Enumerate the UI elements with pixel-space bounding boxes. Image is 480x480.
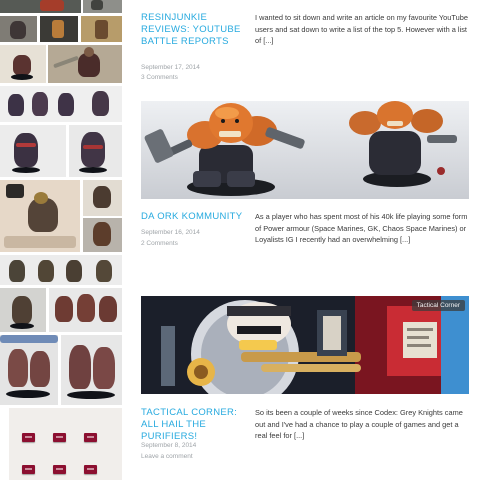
sidebar-photo[interactable] <box>0 86 122 122</box>
photo-sidebar <box>0 0 122 480</box>
post-title-link[interactable]: Da Ork Kommunity <box>141 211 249 223</box>
post-excerpt: As a player who has spent most of his 40… <box>255 212 468 245</box>
post-featured-image[interactable]: Tactical Corner <box>141 296 469 394</box>
post-comments-link[interactable]: Leave a comment <box>141 453 193 461</box>
sidebar-photo[interactable] <box>9 408 122 480</box>
sidebar-photo[interactable] <box>49 288 122 332</box>
sidebar-photo[interactable] <box>81 16 122 42</box>
sidebar-photo[interactable] <box>40 16 78 42</box>
post-date[interactable]: September 8, 2014 <box>141 442 196 450</box>
post-title-link[interactable]: Tactical Corner: All Hail the Purifiers! <box>141 407 249 443</box>
post-comments-link[interactable]: 2 Comments <box>141 240 178 248</box>
sidebar-photo[interactable] <box>0 125 66 177</box>
post-date[interactable]: September 17, 2014 <box>141 64 200 72</box>
post-excerpt: So its been a couple of weeks since Code… <box>255 408 463 441</box>
sidebar-photo[interactable] <box>0 0 81 13</box>
post-featured-image[interactable] <box>141 101 469 199</box>
sidebar-photo[interactable] <box>0 335 58 405</box>
sidebar-photo[interactable] <box>83 180 122 216</box>
sidebar-photo[interactable] <box>0 16 37 42</box>
sidebar-photo[interactable] <box>48 45 122 83</box>
sidebar-photo[interactable] <box>0 288 46 332</box>
post-title-link[interactable]: Resinjunkie reviews: YouTube Battle Repo… <box>141 12 249 48</box>
sidebar-photo[interactable] <box>0 255 122 285</box>
sidebar-photo[interactable] <box>83 218 122 252</box>
sidebar-photo[interactable] <box>61 335 122 405</box>
post-date[interactable]: September 16, 2014 <box>141 229 200 237</box>
sidebar-photo[interactable] <box>83 0 122 13</box>
post-excerpt: I wanted to sit down and write an articl… <box>255 13 468 46</box>
sidebar-photo[interactable] <box>0 45 46 83</box>
category-badge[interactable]: Tactical Corner <box>411 300 465 311</box>
post-comments-link[interactable]: 3 Comments <box>141 74 178 82</box>
ork-miniatures-photo <box>141 101 469 199</box>
sidebar-photo[interactable] <box>69 125 122 177</box>
sidebar-photo[interactable] <box>0 180 80 252</box>
